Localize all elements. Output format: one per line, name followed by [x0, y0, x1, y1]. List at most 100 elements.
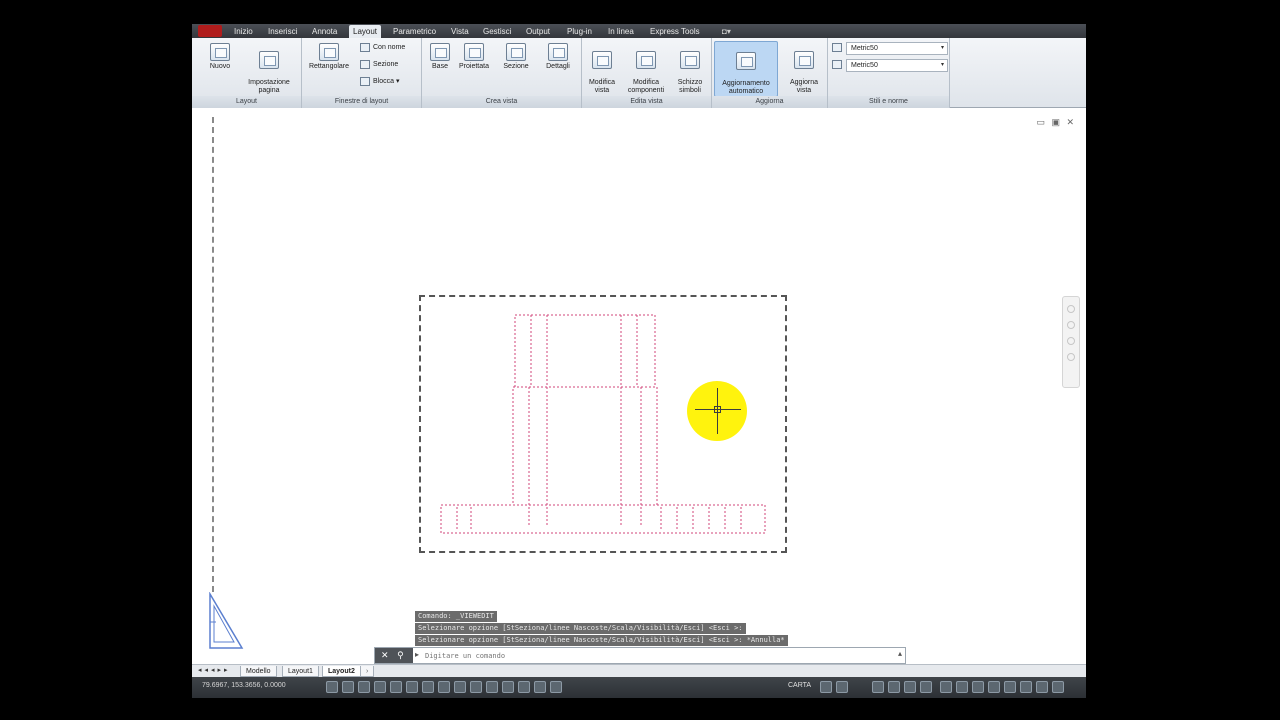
- navigation-bar-icon[interactable]: [1067, 305, 1075, 313]
- sezione-clip-label: Sezione: [373, 61, 399, 68]
- ducs-icon[interactable]: [454, 681, 466, 693]
- layout-tab-bar: ◂◂◂▸▸ Modello Layout1 Layout2 ›: [192, 664, 1086, 677]
- new-layout-icon: [210, 43, 230, 61]
- con-nome-button[interactable]: Con nome: [360, 41, 405, 55]
- tab-plug-in[interactable]: Plug-in: [563, 25, 596, 38]
- impostazione-pagina-button[interactable]: Impostazione pagina: [242, 41, 296, 95]
- aggiorna-vista-button[interactable]: Aggiorna vista: [782, 41, 826, 95]
- customization-icon[interactable]: [1052, 681, 1064, 693]
- maximize-viewport-icon[interactable]: [820, 681, 832, 693]
- command-input[interactable]: [425, 649, 895, 662]
- section-style-dropdown[interactable]: Metric50 ▾: [846, 42, 948, 55]
- hardware-acceleration-icon[interactable]: [988, 681, 1000, 693]
- con-nome-label: Con nome: [373, 44, 406, 51]
- quick-view-layouts-icon[interactable]: [872, 681, 884, 693]
- viewport-window-controls[interactable]: ▭ ▣ ✕: [1036, 117, 1076, 128]
- zoom-icon[interactable]: [1067, 337, 1075, 345]
- osnap-icon[interactable]: [406, 681, 418, 693]
- dropdown-arrow-icon: ▾: [940, 45, 944, 51]
- tab-inserisci[interactable]: Inserisci: [264, 25, 301, 38]
- schizzo-simboli-button[interactable]: Schizzo simboli: [670, 41, 710, 95]
- blocca-label: Blocca: [373, 78, 395, 85]
- schizzo-simboli-label: Schizzo simboli: [677, 79, 703, 94]
- ortho-icon[interactable]: [374, 681, 386, 693]
- close-icon[interactable]: ✕: [381, 650, 389, 660]
- aggiornamento-automatico-button[interactable]: Aggiornamento automatico: [714, 41, 778, 97]
- transparency-icon[interactable]: [502, 681, 514, 693]
- wrench-icon[interactable]: ⚲: [397, 650, 404, 660]
- nuovo-button[interactable]: Nuovo: [198, 41, 242, 71]
- infer-constraints-icon[interactable]: [326, 681, 338, 693]
- detail-style-dropdown[interactable]: Metric50 ▾: [846, 59, 948, 72]
- tab-inizio[interactable]: Inizio: [230, 25, 257, 38]
- navigation-bar[interactable]: [1062, 296, 1080, 388]
- tab-layout[interactable]: Layout: [349, 25, 382, 38]
- tab-overflow[interactable]: ›: [360, 666, 375, 677]
- annotation-monitor-icon[interactable]: [550, 681, 562, 693]
- grid-icon[interactable]: [358, 681, 370, 693]
- tab-vista[interactable]: Vista: [447, 25, 473, 38]
- dropdown-arrow-icon: ▾: [940, 62, 944, 68]
- tab-gestisci[interactable]: Gestisci: [479, 25, 515, 38]
- quick-properties-icon[interactable]: [518, 681, 530, 693]
- selection-cycling-icon[interactable]: [534, 681, 546, 693]
- 3d-osnap-icon[interactable]: [422, 681, 434, 693]
- modifica-vista-label: Modifica vista: [588, 79, 616, 94]
- tab-in-linea[interactable]: In linea: [604, 25, 638, 38]
- quick-view-drawings-icon[interactable]: [888, 681, 900, 693]
- status-menu-icon[interactable]: [1020, 681, 1032, 693]
- annotation-scale-icon[interactable]: [904, 681, 916, 693]
- proiettata-button[interactable]: Proiettata: [454, 41, 494, 71]
- isolate-objects-icon[interactable]: [972, 681, 984, 693]
- modifica-vista-button[interactable]: Modifica vista: [582, 41, 622, 95]
- paper-space-toggle[interactable]: CARTA: [788, 682, 811, 689]
- tab-annota[interactable]: Annota: [308, 25, 341, 38]
- sezione-view-label: Sezione: [503, 63, 529, 70]
- clip-icon: [360, 59, 370, 69]
- tab-modello[interactable]: Modello: [240, 666, 277, 677]
- pan-icon[interactable]: [1067, 321, 1075, 329]
- tab-layout2[interactable]: Layout2: [322, 666, 361, 677]
- ribbon-tab-bar: Inizio Inserisci Annota Layout Parametri…: [192, 24, 1086, 38]
- rettangolare-button[interactable]: Rettangolare: [304, 41, 354, 71]
- viewport-scale-icon[interactable]: [836, 681, 848, 693]
- modifica-componenti-button[interactable]: Modifica componenti: [622, 41, 670, 95]
- workspace-switching-icon[interactable]: [940, 681, 952, 693]
- lock-ui-icon[interactable]: [956, 681, 968, 693]
- command-scroll-icon[interactable]: ▴: [898, 649, 902, 658]
- annotation-visibility-icon[interactable]: [920, 681, 932, 693]
- orbit-icon[interactable]: [1067, 353, 1075, 361]
- autocad-window: Inizio Inserisci Annota Layout Parametri…: [192, 24, 1086, 698]
- sezione-view-button[interactable]: Sezione: [496, 41, 536, 71]
- ribbon-toggle-icon[interactable]: ◘▾: [718, 25, 735, 38]
- aggiorna-vista-label: Aggiorna vista: [789, 79, 819, 94]
- command-history-line: Selezionare opzione [StSeziona/linee Nas…: [415, 635, 788, 646]
- application-menu-button[interactable]: [198, 25, 222, 37]
- snap-icon[interactable]: [342, 681, 354, 693]
- drawing-area[interactable]: ▭ ▣ ✕ Comando: _VIEWEDIT Selezionare opz…: [192, 109, 1086, 664]
- command-line-controls[interactable]: ✕ ⚲: [375, 648, 413, 663]
- tab-layout1[interactable]: Layout1: [282, 666, 319, 677]
- performance-icon[interactable]: [1004, 681, 1016, 693]
- layout-nav-arrows[interactable]: ◂◂◂▸▸: [198, 666, 231, 674]
- dettagli-button[interactable]: Dettagli: [538, 41, 578, 71]
- otrack-icon[interactable]: [438, 681, 450, 693]
- lock-icon: [360, 76, 370, 86]
- nuovo-label: Nuovo: [209, 63, 231, 70]
- blocca-button[interactable]: Blocca ▾: [360, 75, 399, 89]
- command-prompt-icon: ▸: [415, 650, 420, 659]
- clean-screen-icon[interactable]: [1036, 681, 1048, 693]
- lineweight-icon[interactable]: [486, 681, 498, 693]
- dyn-icon[interactable]: [470, 681, 482, 693]
- tab-output[interactable]: Output: [522, 25, 554, 38]
- dettagli-label: Dettagli: [546, 63, 570, 70]
- tab-parametrico[interactable]: Parametrico: [389, 25, 440, 38]
- base-label: Base: [432, 63, 448, 70]
- panel-layout: Nuovo Impostazione pagina Layout: [192, 38, 302, 108]
- base-button[interactable]: Base: [422, 41, 458, 71]
- rectangular-viewport-icon: [319, 43, 339, 61]
- sezione-clip-button[interactable]: Sezione: [360, 58, 398, 72]
- tab-express-tools[interactable]: Express Tools: [646, 25, 704, 38]
- panel-layout-title: Layout: [192, 96, 301, 108]
- polar-icon[interactable]: [390, 681, 402, 693]
